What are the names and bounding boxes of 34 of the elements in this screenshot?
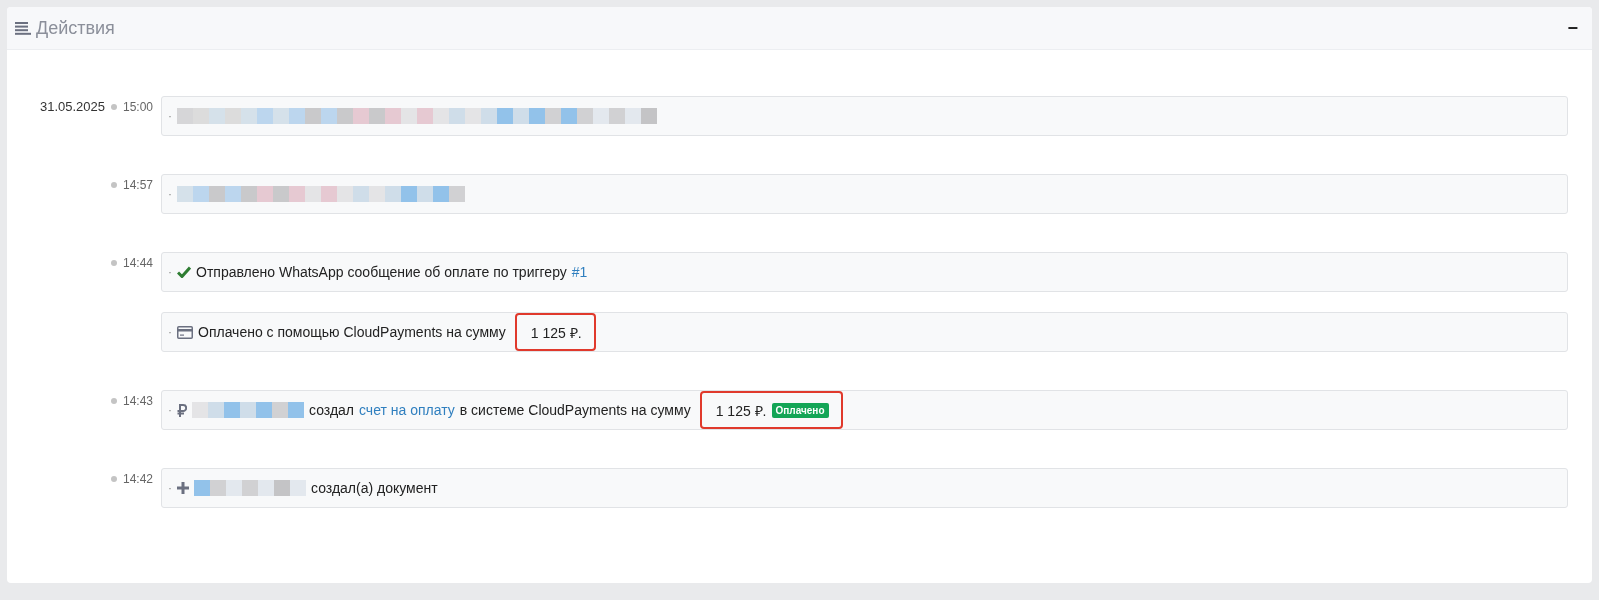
timeline-dot (111, 104, 117, 110)
bullet: · (168, 109, 172, 123)
plus-icon (177, 482, 189, 494)
amount-text: 1 125 ₽. (530, 323, 582, 342)
collapse-button[interactable]: − (1567, 17, 1578, 39)
time-label: 14:43 (123, 394, 154, 408)
bullet: · (168, 403, 172, 417)
amount-text: 1 125 ₽. (715, 401, 767, 420)
date-label: 31.05.2025 (38, 98, 105, 114)
bullet: · (168, 265, 172, 279)
activity-text: создал(а) документ (311, 480, 438, 496)
ruble-icon (177, 403, 187, 417)
timeline-dot (111, 476, 117, 482)
bullet: · (168, 481, 172, 495)
time-label: 15:00 (123, 100, 154, 114)
lines-icon (15, 21, 31, 35)
activity-text: Оплачено с помощью CloudPayments на сумму (198, 324, 506, 340)
bullet: · (168, 187, 172, 201)
link[interactable]: счет на оплату (359, 402, 455, 418)
status-badge: Оплачено (771, 402, 829, 418)
activity-text: Отправлено WhatsApp сообщение об оплате по триггеру (196, 264, 567, 280)
link[interactable]: #1 (571, 264, 588, 280)
time-label: 14:57 (123, 178, 154, 192)
checkmark-icon (177, 266, 191, 278)
timeline-dot (111, 260, 117, 266)
activity-text: создал (309, 402, 355, 418)
timeline-dot (111, 182, 117, 188)
time-label: 14:44 (123, 256, 154, 270)
time-label: 14:42 (123, 472, 154, 486)
credit-card-icon (177, 325, 193, 339)
bullet: · (168, 325, 172, 339)
timeline-dot (111, 398, 117, 404)
activity-text: в системе CloudPayments на сумму (459, 402, 691, 418)
panel-title: Действия (36, 17, 115, 39)
